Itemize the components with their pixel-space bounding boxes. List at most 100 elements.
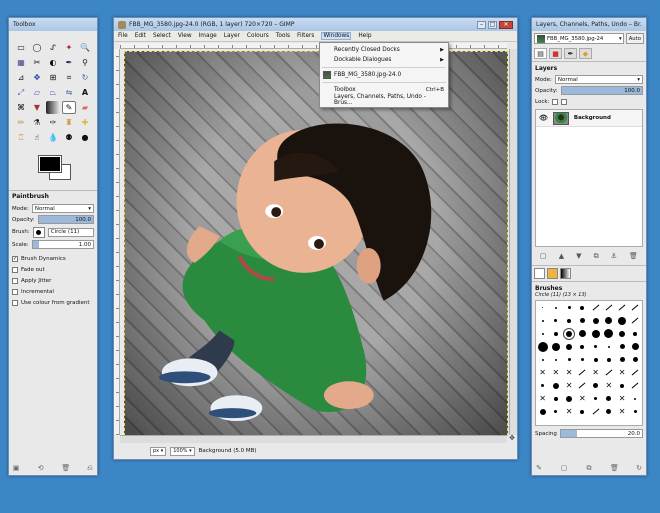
new-brush-icon[interactable]: ▢ [560,464,568,472]
tab-channels[interactable]: ■ [549,48,562,59]
opacity-slider[interactable]: 100.0 [37,215,94,224]
paths-icon[interactable]: ✒ [62,56,76,69]
brush-preset-texture[interactable]: ✕ [619,394,626,403]
brush-preset-stroke[interactable] [631,304,639,311]
tab-brushes[interactable] [534,268,545,279]
menu-select[interactable]: Select [153,33,171,39]
toolbox-titlebar[interactable]: Toolbox [9,18,97,31]
unit-select[interactable]: px ▾ [150,446,167,456]
option-checkbox-row[interactable]: Apply Jitter [12,275,94,286]
menu-view[interactable]: View [178,33,192,39]
dock-titlebar[interactable]: Layers, Channels, Paths, Undo – Br... [532,18,646,31]
brush-preset-circle[interactable] [553,396,558,401]
brush-preset-texture[interactable]: ✕ [619,407,626,416]
brush-preset-texture[interactable]: ✕ [579,394,586,403]
tab-undo[interactable]: ◆ [579,48,592,59]
brush-preset-stroke[interactable] [631,317,639,324]
brush-preset-circle[interactable] [541,319,544,322]
convolve-icon[interactable]: ● [78,131,92,144]
brush-preset-circle[interactable] [567,306,571,309]
brush-preset-stroke[interactable] [592,304,600,311]
brush-preset-stroke[interactable] [618,304,626,311]
move-icon[interactable]: ✥ [30,71,44,84]
blur-icon[interactable]: 💧 [46,131,60,144]
heal-icon[interactable]: ✚ [78,116,92,129]
menu-file[interactable]: File [118,33,128,39]
layer-opacity-slider[interactable]: 100.0 [560,86,643,95]
restore-options-icon[interactable]: ⟲ [37,464,45,472]
mode-select[interactable]: Normal ▾ [31,204,94,213]
eraser-icon[interactable]: ▰ [78,101,92,114]
menu-layer[interactable]: Layer [224,33,240,39]
brush-preset-circle[interactable] [631,343,639,350]
navigate-icon[interactable]: ✥ [508,434,516,442]
checkbox[interactable] [12,277,18,284]
brush-preset-circle[interactable] [634,397,637,400]
edit-brush-icon[interactable]: ✎ [535,464,543,472]
menu-help[interactable]: Help [358,33,371,39]
dropdown-item[interactable]: FBB_MG_3580.jpg-24.0 [320,70,448,80]
lock-alpha-checkbox[interactable] [561,98,568,105]
foreground-color-swatch[interactable] [38,155,62,173]
brush-preset-circle[interactable] [580,344,585,349]
tab-layers[interactable]: ▤ [534,48,547,59]
menu-tools[interactable]: Tools [276,33,290,39]
brush-preset-circle[interactable] [593,357,598,362]
color-picker-icon[interactable]: ⚲ [78,56,92,69]
brush-preset-stroke[interactable] [631,369,639,376]
brush-preset-texture[interactable]: ✕ [566,381,573,390]
brush-preset-circle[interactable] [619,357,625,362]
brush-preset-circle[interactable] [620,383,625,388]
brush-preset-circle[interactable] [541,358,544,361]
close-button[interactable]: ✕ [499,20,513,29]
perspective-icon[interactable]: ⏢ [46,86,60,99]
brush-preset-circle[interactable] [580,409,585,414]
brush-preset-circle[interactable] [606,357,611,362]
delete-layer-icon[interactable]: 🗑 [629,252,638,260]
brush-preset-stroke[interactable] [631,382,639,389]
cage-icon[interactable]: ⌘ [14,101,28,114]
clone-icon[interactable]: ♜ [62,116,76,129]
select-by-color-icon[interactable]: ▦ [14,56,28,69]
brush-preset-texture[interactable]: ✕ [539,394,546,403]
brush-preset-circle[interactable] [593,383,599,388]
option-checkbox-row[interactable]: Incremental [12,286,94,297]
brush-preset-circle[interactable] [578,330,586,337]
option-checkbox-row[interactable]: ✓ Brush Dynamics [12,253,94,264]
brush-preset-circle[interactable] [542,307,544,308]
brush-preset-circle[interactable] [554,319,558,322]
dropdown-item[interactable]: Recently Closed Docks ▶ [320,45,448,55]
brush-preset-circle[interactable] [580,305,585,310]
brush-preset-circle[interactable] [606,396,612,401]
paintbrush-icon[interactable]: ✎ [62,101,76,114]
brush-name-field[interactable]: Circle (11) [47,227,94,237]
menu-windows[interactable]: Windows [321,32,352,40]
save-options-icon[interactable]: ▣ [12,464,20,472]
layer-mode-select[interactable]: Normal ▾ [554,75,643,84]
brush-preset-circle[interactable] [604,329,614,338]
menu-colours[interactable]: Colours [247,33,269,39]
scissors-icon[interactable]: ✂ [30,56,44,69]
lower-layer-icon[interactable]: ▼ [576,252,581,260]
brush-preset-circle[interactable] [618,316,627,325]
bucket-fill-icon[interactable]: ▼ [30,101,44,114]
menu-edit[interactable]: Edit [135,33,146,39]
anchor-layer-icon[interactable]: ⚓ [611,252,617,260]
brush-preset-circle[interactable] [619,344,625,349]
brush-preset-stroke[interactable] [578,382,586,389]
brush-preset-circle[interactable] [594,397,598,400]
vertical-ruler[interactable] [114,49,120,435]
option-checkbox-row[interactable]: Fade out [12,264,94,275]
brush-preset-circle[interactable] [541,332,544,335]
duplicate-layer-icon[interactable]: ⧉ [594,252,599,260]
brush-preset-texture[interactable]: ✕ [566,368,573,377]
brush-preset-circle[interactable] [539,408,546,415]
airbrush-icon[interactable]: ⚗ [30,116,44,129]
refresh-brushes-icon[interactable]: ↻ [635,464,643,472]
ellipse-select-icon[interactable]: ◯ [30,41,44,54]
brush-preset-circle[interactable] [592,317,599,324]
menu-image[interactable]: Image [199,33,217,39]
brush-preset-circle[interactable] [566,395,573,402]
brush-preset-circle[interactable] [633,410,637,413]
checkbox[interactable] [12,299,18,306]
